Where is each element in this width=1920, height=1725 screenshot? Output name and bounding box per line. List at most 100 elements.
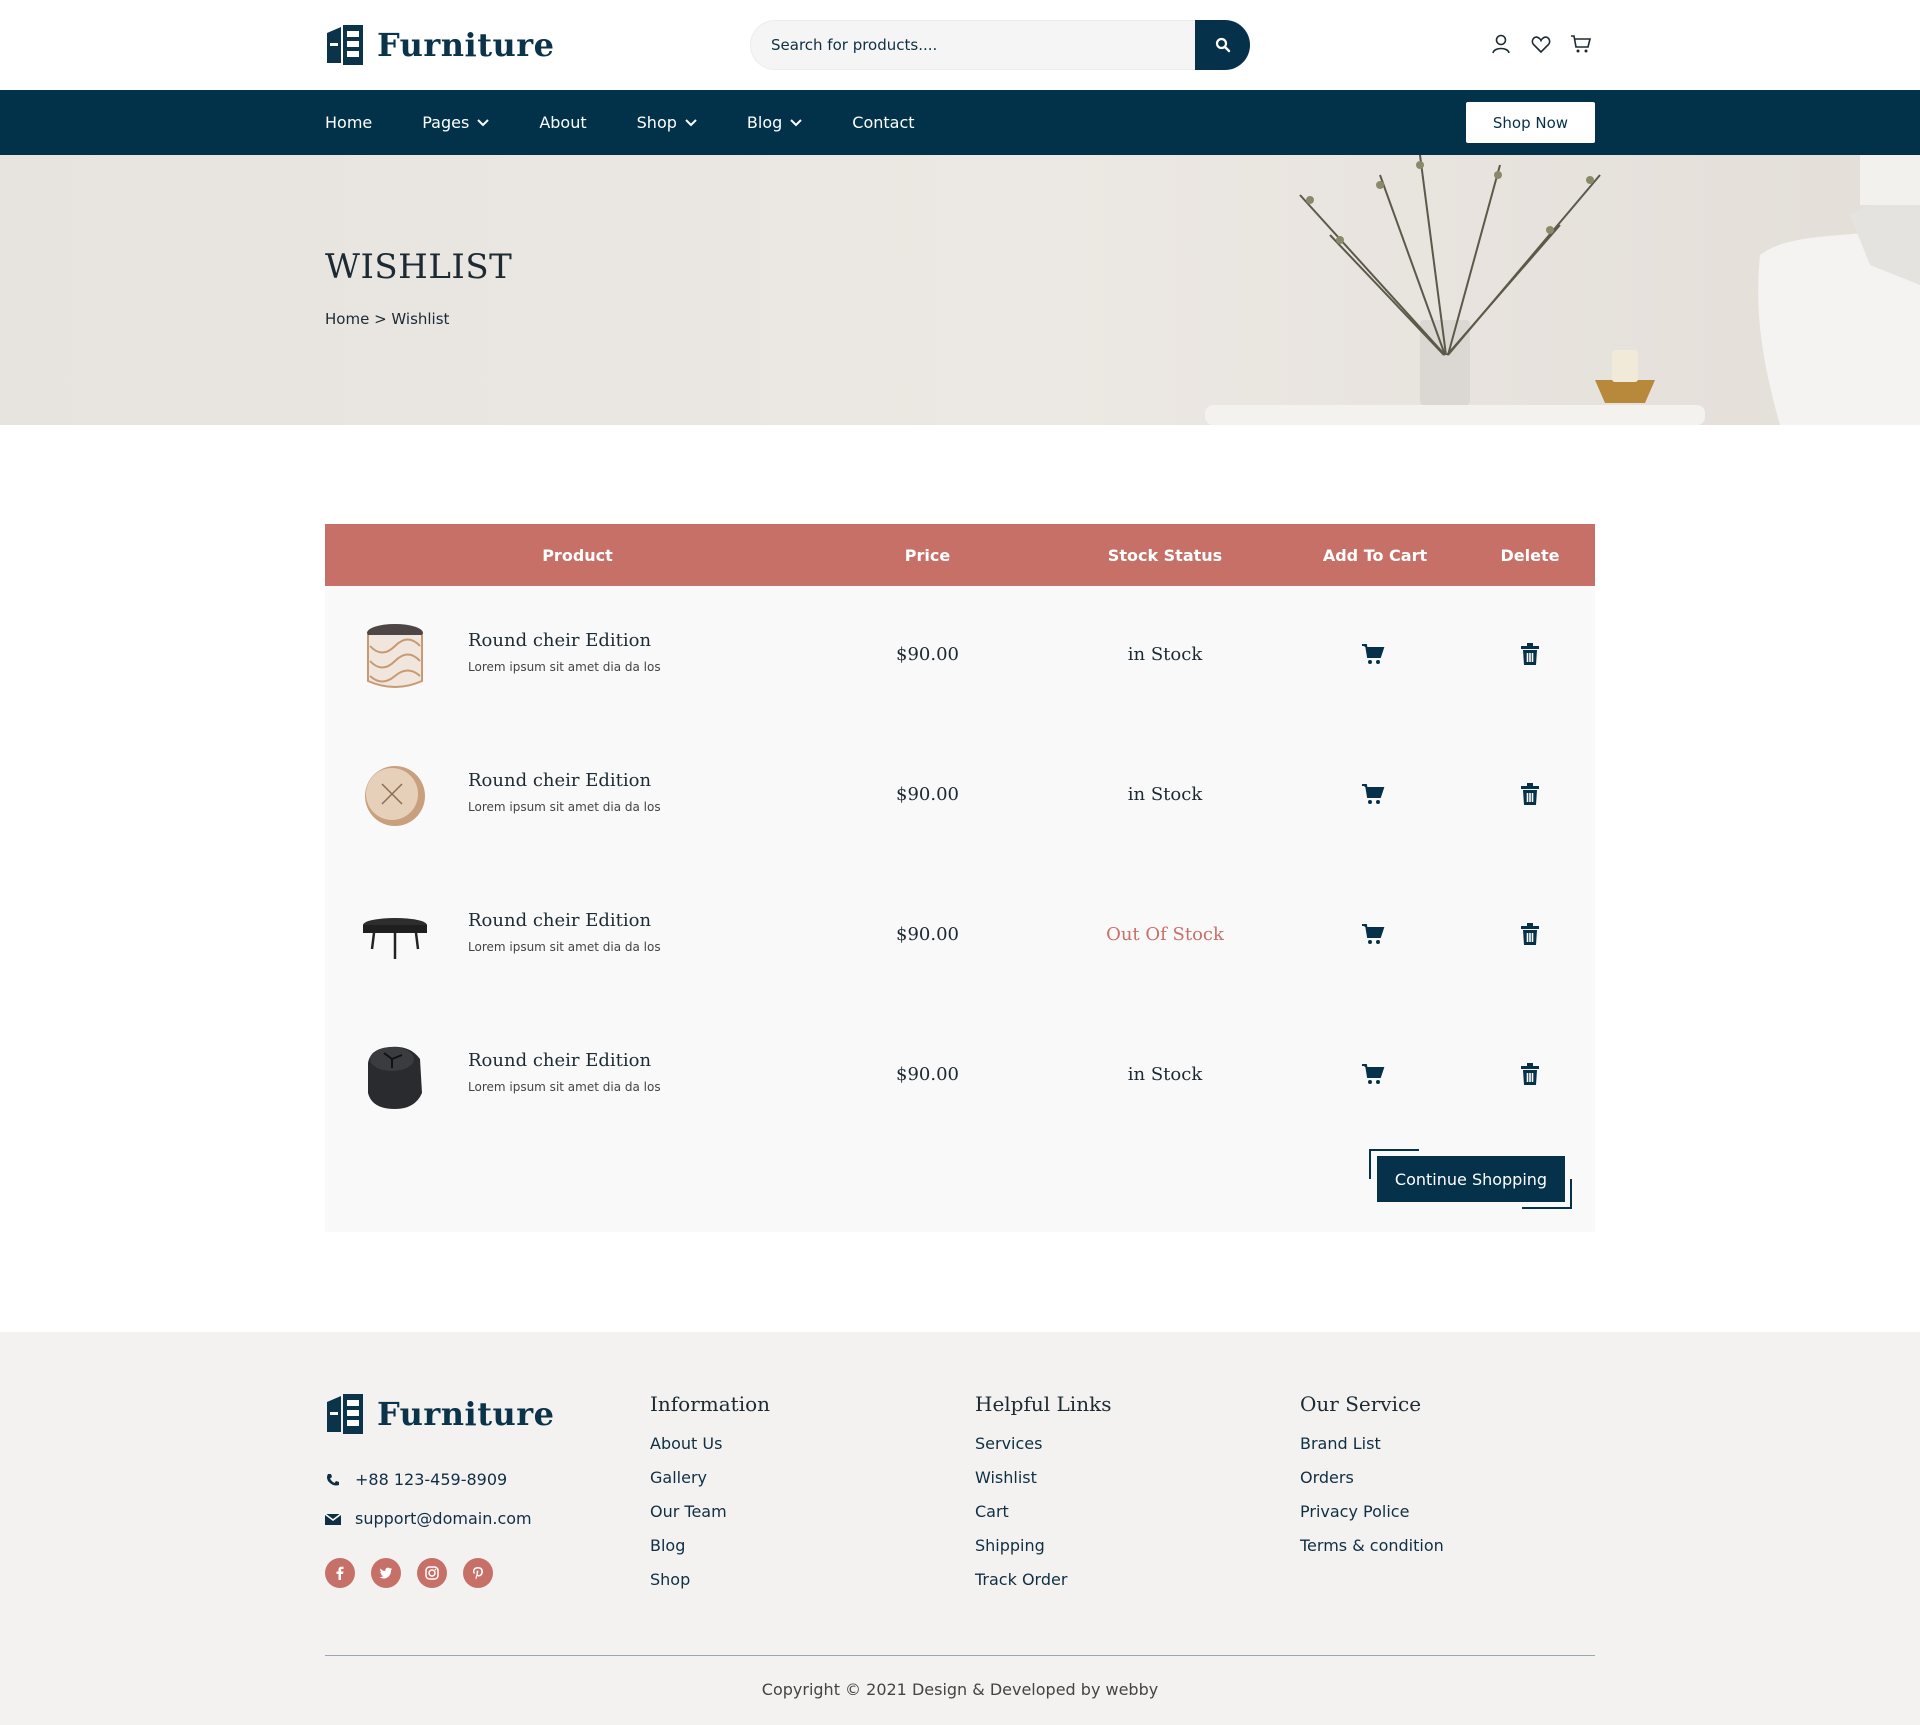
nav-pages[interactable]: Pages — [422, 113, 490, 132]
nav-label: About — [539, 113, 587, 132]
cart-icon[interactable] — [1570, 33, 1592, 55]
table-header: Product Price Stock Status Add To Cart D… — [325, 524, 1595, 586]
footer-link[interactable]: Privacy Police — [1300, 1502, 1444, 1536]
product-price: $90.00 — [896, 644, 959, 665]
footer-divider — [325, 1655, 1595, 1656]
brand-logo[interactable]: Furniture — [325, 22, 554, 68]
logo-icon — [327, 1394, 363, 1434]
product-name[interactable]: Round cheir Edition — [468, 630, 651, 651]
nav-shop[interactable]: Shop — [637, 113, 697, 132]
nav-about[interactable]: About — [539, 113, 586, 132]
stock-status: Out Of Stock — [1106, 924, 1224, 945]
footer-col-information: Information About Us Gallery Our Team Bl… — [650, 1392, 770, 1604]
site-footer: Furniture +88 123-459-8909 support@domai… — [0, 1332, 1920, 1725]
add-to-cart-icon[interactable] — [1361, 1062, 1385, 1086]
product-price: $90.00 — [896, 1064, 959, 1085]
footer-col-title: Information — [650, 1392, 771, 1416]
footer-link[interactable]: Brand List — [1300, 1434, 1444, 1468]
chevron-down-icon — [685, 118, 697, 126]
product-desc: Lorem ipsum sit amet dia da los — [468, 1080, 661, 1094]
footer-link[interactable]: Track Order — [975, 1570, 1111, 1604]
nav-contact[interactable]: Contact — [852, 113, 914, 132]
trash-icon[interactable] — [1520, 1062, 1540, 1086]
wishlist-table: Product Price Stock Status Add To Cart D… — [325, 524, 1595, 1232]
user-icon[interactable] — [1490, 33, 1512, 55]
footer-link[interactable]: Our Team — [650, 1502, 770, 1536]
add-to-cart-icon[interactable] — [1361, 922, 1385, 946]
chevron-down-icon — [790, 118, 802, 126]
footer-logo[interactable]: Furniture — [325, 1392, 554, 1436]
social-links — [325, 1558, 493, 1588]
continue-shopping-button[interactable]: Continue Shopping — [1377, 1156, 1565, 1202]
stock-status: in Stock — [1127, 784, 1203, 805]
trash-icon[interactable] — [1520, 922, 1540, 946]
phone-number: +88 123-459-8909 — [355, 1470, 508, 1489]
email-address: support@domain.com — [355, 1509, 532, 1528]
product-name[interactable]: Round cheir Edition — [468, 770, 651, 791]
col-delete: Delete — [1500, 545, 1560, 565]
footer-phone[interactable]: +88 123-459-8909 — [325, 1470, 507, 1489]
twitter-icon[interactable] — [371, 1558, 401, 1588]
stock-status: in Stock — [1127, 1064, 1203, 1085]
col-stock: Stock Status — [1107, 545, 1223, 565]
nav-blog[interactable]: Blog — [747, 113, 802, 132]
footer-link[interactable]: Gallery — [650, 1468, 770, 1502]
site-header: Furniture — [0, 0, 1920, 90]
logo-icon — [327, 25, 363, 65]
footer-link[interactable]: Blog — [650, 1536, 770, 1570]
table-row: Round cheir Edition Lorem ipsum sit amet… — [325, 1006, 1595, 1146]
mail-icon — [325, 1511, 341, 1527]
trash-icon[interactable] — [1520, 782, 1540, 806]
footer-col-helpful-links: Helpful Links Services Wishlist Cart Shi… — [975, 1392, 1111, 1604]
page-banner: WISHLIST Home > Wishlist — [0, 155, 1920, 425]
footer-link[interactable]: Orders — [1300, 1468, 1444, 1502]
stool-icon — [367, 624, 423, 688]
product-price: $90.00 — [896, 924, 959, 945]
footer-link[interactable]: Services — [975, 1434, 1111, 1468]
wall-clock-icon — [365, 766, 425, 826]
facebook-icon[interactable] — [325, 1558, 355, 1588]
table-row: Round cheir Edition Lorem ipsum sit amet… — [325, 586, 1595, 726]
footer-link[interactable]: Shipping — [975, 1536, 1111, 1570]
main-nav: Home Pages About Shop Blog Contact Shop … — [0, 90, 1920, 155]
breadcrumb[interactable]: Home > Wishlist — [325, 310, 449, 328]
col-price: Price — [904, 545, 951, 565]
nav-label: Pages — [422, 113, 470, 132]
shop-now-button[interactable]: Shop Now — [1466, 102, 1595, 143]
add-to-cart-icon[interactable] — [1361, 782, 1385, 806]
heart-icon[interactable] — [1530, 33, 1552, 55]
brand-name: Furniture — [377, 26, 555, 64]
product-name[interactable]: Round cheir Edition — [468, 910, 651, 931]
instagram-icon[interactable] — [417, 1558, 447, 1588]
page-title: WISHLIST — [325, 247, 513, 287]
table-clock-icon — [368, 1046, 422, 1109]
trash-icon[interactable] — [1520, 642, 1540, 666]
stock-status: in Stock — [1127, 644, 1203, 665]
search-input[interactable] — [771, 21, 1201, 69]
footer-email[interactable]: support@domain.com — [325, 1509, 532, 1528]
search-bar — [750, 20, 1250, 70]
table-row: Round cheir Edition Lorem ipsum sit amet… — [325, 866, 1595, 1006]
footer-col-title: Our Service — [1300, 1392, 1422, 1416]
product-desc: Lorem ipsum sit amet dia da los — [468, 660, 661, 674]
product-desc: Lorem ipsum sit amet dia da los — [468, 800, 661, 814]
footer-col-our-service: Our Service Brand List Orders Privacy Po… — [1300, 1392, 1444, 1570]
nav-label: Shop — [636, 113, 677, 132]
pinterest-icon[interactable] — [463, 1558, 493, 1588]
header-actions — [1490, 33, 1592, 55]
col-add-to-cart: Add To Cart — [1322, 545, 1428, 565]
brand-name: Furniture — [377, 1395, 555, 1433]
search-button[interactable] — [1195, 20, 1250, 70]
product-name[interactable]: Round cheir Edition — [468, 1050, 651, 1071]
banner-decor-image — [1205, 155, 1920, 425]
footer-link[interactable]: Wishlist — [975, 1468, 1111, 1502]
nav-home[interactable]: Home — [325, 113, 372, 132]
copyright: Copyright © 2021 Design & Developed by w… — [761, 1680, 1159, 1699]
footer-link[interactable]: Shop — [650, 1570, 770, 1604]
col-product: Product — [542, 545, 613, 565]
footer-link[interactable]: Cart — [975, 1502, 1111, 1536]
footer-link[interactable]: Terms & condition — [1300, 1536, 1444, 1570]
nav-label: Blog — [746, 113, 783, 132]
footer-link[interactable]: About Us — [650, 1434, 770, 1468]
add-to-cart-icon[interactable] — [1361, 642, 1385, 666]
